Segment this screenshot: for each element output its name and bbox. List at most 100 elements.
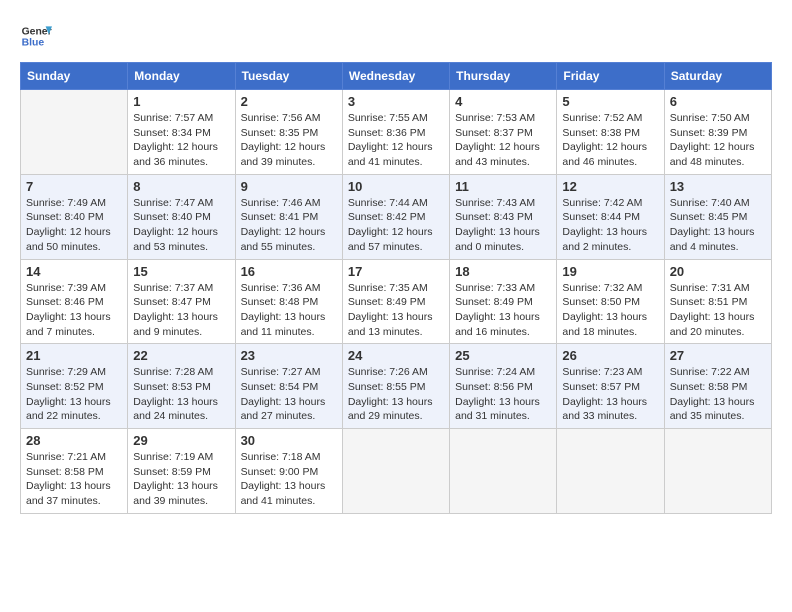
day-number: 15 xyxy=(133,264,229,279)
day-number: 23 xyxy=(241,348,337,363)
day-info: Sunrise: 7:24 AMSunset: 8:56 PMDaylight:… xyxy=(455,365,551,424)
calendar-cell: 10 Sunrise: 7:44 AMSunset: 8:42 PMDaylig… xyxy=(342,174,449,259)
day-number: 3 xyxy=(348,94,444,109)
calendar-cell: 26 Sunrise: 7:23 AMSunset: 8:57 PMDaylig… xyxy=(557,344,664,429)
day-number: 24 xyxy=(348,348,444,363)
calendar-cell: 27 Sunrise: 7:22 AMSunset: 8:58 PMDaylig… xyxy=(664,344,771,429)
week-row-5: 28 Sunrise: 7:21 AMSunset: 8:58 PMDaylig… xyxy=(21,429,772,514)
calendar-cell: 29 Sunrise: 7:19 AMSunset: 8:59 PMDaylig… xyxy=(128,429,235,514)
day-info: Sunrise: 7:56 AMSunset: 8:35 PMDaylight:… xyxy=(241,111,337,170)
header: General Blue xyxy=(20,20,772,52)
calendar-cell: 25 Sunrise: 7:24 AMSunset: 8:56 PMDaylig… xyxy=(450,344,557,429)
day-info: Sunrise: 7:39 AMSunset: 8:46 PMDaylight:… xyxy=(26,281,122,340)
day-info: Sunrise: 7:23 AMSunset: 8:57 PMDaylight:… xyxy=(562,365,658,424)
day-info: Sunrise: 7:37 AMSunset: 8:47 PMDaylight:… xyxy=(133,281,229,340)
calendar-cell: 8 Sunrise: 7:47 AMSunset: 8:40 PMDayligh… xyxy=(128,174,235,259)
weekday-header-thursday: Thursday xyxy=(450,63,557,90)
weekday-header-tuesday: Tuesday xyxy=(235,63,342,90)
calendar-table: SundayMondayTuesdayWednesdayThursdayFrid… xyxy=(20,62,772,514)
calendar-cell: 14 Sunrise: 7:39 AMSunset: 8:46 PMDaylig… xyxy=(21,259,128,344)
day-info: Sunrise: 7:32 AMSunset: 8:50 PMDaylight:… xyxy=(562,281,658,340)
weekday-header-wednesday: Wednesday xyxy=(342,63,449,90)
calendar-cell xyxy=(21,90,128,175)
calendar-cell: 20 Sunrise: 7:31 AMSunset: 8:51 PMDaylig… xyxy=(664,259,771,344)
day-number: 14 xyxy=(26,264,122,279)
day-number: 28 xyxy=(26,433,122,448)
day-info: Sunrise: 7:36 AMSunset: 8:48 PMDaylight:… xyxy=(241,281,337,340)
calendar-cell: 24 Sunrise: 7:26 AMSunset: 8:55 PMDaylig… xyxy=(342,344,449,429)
day-info: Sunrise: 7:27 AMSunset: 8:54 PMDaylight:… xyxy=(241,365,337,424)
day-number: 12 xyxy=(562,179,658,194)
week-row-4: 21 Sunrise: 7:29 AMSunset: 8:52 PMDaylig… xyxy=(21,344,772,429)
calendar-cell: 7 Sunrise: 7:49 AMSunset: 8:40 PMDayligh… xyxy=(21,174,128,259)
day-number: 17 xyxy=(348,264,444,279)
calendar-cell: 17 Sunrise: 7:35 AMSunset: 8:49 PMDaylig… xyxy=(342,259,449,344)
weekday-header-saturday: Saturday xyxy=(664,63,771,90)
calendar-cell: 21 Sunrise: 7:29 AMSunset: 8:52 PMDaylig… xyxy=(21,344,128,429)
day-info: Sunrise: 7:40 AMSunset: 8:45 PMDaylight:… xyxy=(670,196,766,255)
day-number: 16 xyxy=(241,264,337,279)
calendar-cell: 13 Sunrise: 7:40 AMSunset: 8:45 PMDaylig… xyxy=(664,174,771,259)
day-number: 22 xyxy=(133,348,229,363)
calendar-cell: 23 Sunrise: 7:27 AMSunset: 8:54 PMDaylig… xyxy=(235,344,342,429)
day-number: 4 xyxy=(455,94,551,109)
calendar-cell: 19 Sunrise: 7:32 AMSunset: 8:50 PMDaylig… xyxy=(557,259,664,344)
day-number: 10 xyxy=(348,179,444,194)
day-info: Sunrise: 7:31 AMSunset: 8:51 PMDaylight:… xyxy=(670,281,766,340)
day-info: Sunrise: 7:52 AMSunset: 8:38 PMDaylight:… xyxy=(562,111,658,170)
calendar-cell: 4 Sunrise: 7:53 AMSunset: 8:37 PMDayligh… xyxy=(450,90,557,175)
day-info: Sunrise: 7:50 AMSunset: 8:39 PMDaylight:… xyxy=(670,111,766,170)
day-info: Sunrise: 7:21 AMSunset: 8:58 PMDaylight:… xyxy=(26,450,122,509)
calendar-cell: 16 Sunrise: 7:36 AMSunset: 8:48 PMDaylig… xyxy=(235,259,342,344)
day-info: Sunrise: 7:44 AMSunset: 8:42 PMDaylight:… xyxy=(348,196,444,255)
calendar-cell: 22 Sunrise: 7:28 AMSunset: 8:53 PMDaylig… xyxy=(128,344,235,429)
calendar-cell: 30 Sunrise: 7:18 AMSunset: 9:00 PMDaylig… xyxy=(235,429,342,514)
calendar-cell xyxy=(450,429,557,514)
day-number: 30 xyxy=(241,433,337,448)
day-info: Sunrise: 7:18 AMSunset: 9:00 PMDaylight:… xyxy=(241,450,337,509)
day-number: 1 xyxy=(133,94,229,109)
calendar-cell: 5 Sunrise: 7:52 AMSunset: 8:38 PMDayligh… xyxy=(557,90,664,175)
day-info: Sunrise: 7:28 AMSunset: 8:53 PMDaylight:… xyxy=(133,365,229,424)
day-number: 27 xyxy=(670,348,766,363)
day-number: 7 xyxy=(26,179,122,194)
calendar-cell: 9 Sunrise: 7:46 AMSunset: 8:41 PMDayligh… xyxy=(235,174,342,259)
calendar-cell: 18 Sunrise: 7:33 AMSunset: 8:49 PMDaylig… xyxy=(450,259,557,344)
calendar-cell: 2 Sunrise: 7:56 AMSunset: 8:35 PMDayligh… xyxy=(235,90,342,175)
day-info: Sunrise: 7:26 AMSunset: 8:55 PMDaylight:… xyxy=(348,365,444,424)
calendar-cell xyxy=(664,429,771,514)
calendar-cell: 1 Sunrise: 7:57 AMSunset: 8:34 PMDayligh… xyxy=(128,90,235,175)
logo: General Blue xyxy=(20,20,56,52)
day-number: 8 xyxy=(133,179,229,194)
calendar-cell: 12 Sunrise: 7:42 AMSunset: 8:44 PMDaylig… xyxy=(557,174,664,259)
day-info: Sunrise: 7:22 AMSunset: 8:58 PMDaylight:… xyxy=(670,365,766,424)
day-info: Sunrise: 7:35 AMSunset: 8:49 PMDaylight:… xyxy=(348,281,444,340)
calendar-cell xyxy=(342,429,449,514)
day-number: 13 xyxy=(670,179,766,194)
day-number: 18 xyxy=(455,264,551,279)
svg-text:Blue: Blue xyxy=(22,38,45,49)
day-info: Sunrise: 7:19 AMSunset: 8:59 PMDaylight:… xyxy=(133,450,229,509)
day-info: Sunrise: 7:42 AMSunset: 8:44 PMDaylight:… xyxy=(562,196,658,255)
day-info: Sunrise: 7:53 AMSunset: 8:37 PMDaylight:… xyxy=(455,111,551,170)
day-info: Sunrise: 7:33 AMSunset: 8:49 PMDaylight:… xyxy=(455,281,551,340)
day-number: 9 xyxy=(241,179,337,194)
weekday-header-sunday: Sunday xyxy=(21,63,128,90)
week-row-3: 14 Sunrise: 7:39 AMSunset: 8:46 PMDaylig… xyxy=(21,259,772,344)
day-number: 26 xyxy=(562,348,658,363)
day-number: 6 xyxy=(670,94,766,109)
day-number: 2 xyxy=(241,94,337,109)
day-number: 20 xyxy=(670,264,766,279)
weekday-header-friday: Friday xyxy=(557,63,664,90)
logo-icon: General Blue xyxy=(20,20,52,52)
calendar-cell xyxy=(557,429,664,514)
day-info: Sunrise: 7:55 AMSunset: 8:36 PMDaylight:… xyxy=(348,111,444,170)
day-number: 5 xyxy=(562,94,658,109)
day-info: Sunrise: 7:49 AMSunset: 8:40 PMDaylight:… xyxy=(26,196,122,255)
day-number: 25 xyxy=(455,348,551,363)
calendar-cell: 28 Sunrise: 7:21 AMSunset: 8:58 PMDaylig… xyxy=(21,429,128,514)
day-info: Sunrise: 7:57 AMSunset: 8:34 PMDaylight:… xyxy=(133,111,229,170)
calendar-cell: 11 Sunrise: 7:43 AMSunset: 8:43 PMDaylig… xyxy=(450,174,557,259)
day-info: Sunrise: 7:43 AMSunset: 8:43 PMDaylight:… xyxy=(455,196,551,255)
day-number: 19 xyxy=(562,264,658,279)
